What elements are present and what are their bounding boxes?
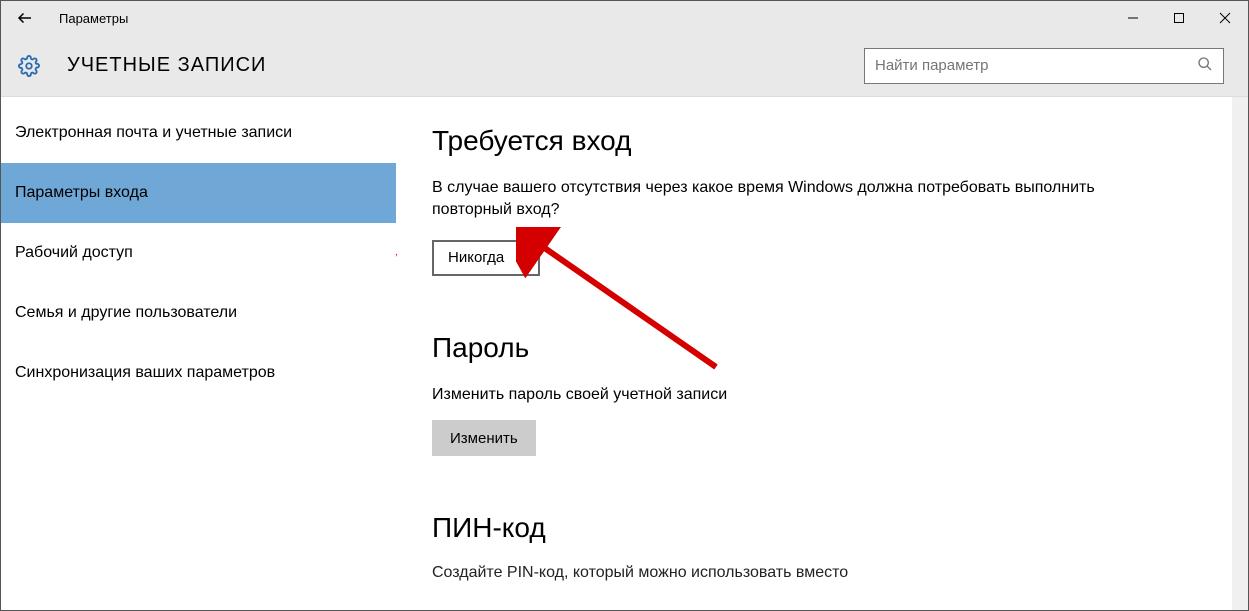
sidebar-item-signin-options[interactable]: Параметры входа xyxy=(1,163,396,223)
page-header: УЧЕТНЫЕ ЗАПИСИ xyxy=(1,35,1248,97)
sidebar-item-email-accounts[interactable]: Электронная почта и учетные записи xyxy=(1,103,396,163)
search-icon xyxy=(1197,56,1213,76)
sidebar-item-label: Рабочий доступ xyxy=(15,244,133,262)
titlebar: Параметры xyxy=(1,1,1248,35)
combo-value: Никогда xyxy=(448,249,504,266)
close-button[interactable] xyxy=(1202,1,1248,35)
chevron-down-icon xyxy=(516,250,528,265)
minimize-button[interactable] xyxy=(1110,1,1156,35)
signin-timeout-combo[interactable]: Никогда xyxy=(432,240,540,276)
section-heading-pin: ПИН-код xyxy=(432,512,1212,544)
window-title: Параметры xyxy=(59,11,128,26)
search-box[interactable] xyxy=(864,48,1224,84)
signin-description: В случае вашего отсутствия через какое в… xyxy=(432,177,1162,222)
sidebar: Электронная почта и учетные записи Парам… xyxy=(1,97,396,610)
annotation-arrow-1 xyxy=(396,157,416,277)
search-input[interactable] xyxy=(875,57,1197,74)
pin-description-truncated: Создайте PIN-код, который можно использо… xyxy=(432,564,1212,582)
scrollbar[interactable] xyxy=(1232,97,1248,610)
body: Электронная почта и учетные записи Парам… xyxy=(1,97,1248,610)
sidebar-item-label: Параметры входа xyxy=(15,184,148,202)
sidebar-item-sync-settings[interactable]: Синхронизация ваших параметров xyxy=(1,343,396,403)
gear-icon xyxy=(15,52,43,80)
section-heading-password: Пароль xyxy=(432,332,1212,364)
page-title: УЧЕТНЫЕ ЗАПИСИ xyxy=(67,54,266,77)
sidebar-item-work-access[interactable]: Рабочий доступ xyxy=(1,223,396,283)
change-password-button[interactable]: Изменить xyxy=(432,420,536,456)
content-pane: Требуется вход В случае вашего отсутстви… xyxy=(396,97,1248,610)
sidebar-item-label: Семья и другие пользователи xyxy=(15,304,237,322)
sidebar-item-label: Электронная почта и учетные записи xyxy=(15,124,292,142)
password-description: Изменить пароль своей учетной записи xyxy=(432,384,1162,406)
settings-window: Параметры УЧЕТНЫЕ ЗАПИСИ xyxy=(0,0,1249,611)
maximize-button[interactable] xyxy=(1156,1,1202,35)
section-heading-signin: Требуется вход xyxy=(432,125,1212,157)
sidebar-item-family-users[interactable]: Семья и другие пользователи xyxy=(1,283,396,343)
sidebar-item-label: Синхронизация ваших параметров xyxy=(15,364,275,382)
back-button[interactable] xyxy=(9,2,41,34)
